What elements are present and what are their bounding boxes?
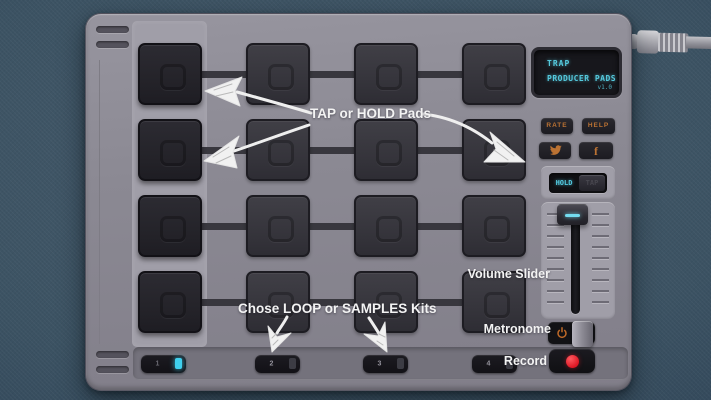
- pad-logo-icon: [376, 64, 402, 90]
- metronome-toggle[interactable]: [548, 322, 595, 344]
- kits-annotation: Chose LOOP or SAMPLES Kits: [238, 301, 437, 316]
- app-tutorial-screenshot: 1 2 3 4 TRAP PRODUCER PADS v1.0 RATE HEL…: [0, 0, 711, 400]
- drum-pad[interactable]: [138, 195, 202, 257]
- drum-pad[interactable]: [354, 195, 418, 257]
- hold-toggle-active-label: HOLD: [549, 173, 579, 193]
- pad-logo-icon: [160, 292, 186, 318]
- metronome-knob[interactable]: [572, 321, 593, 347]
- drum-pad[interactable]: [462, 43, 526, 105]
- audio-cable-plug: [626, 29, 711, 57]
- drum-pad[interactable]: [462, 119, 526, 181]
- record-icon: [566, 355, 579, 368]
- kit-button-2[interactable]: 2: [255, 355, 300, 373]
- plug-barrel: [637, 30, 660, 54]
- grille-bar: [96, 351, 129, 358]
- grille-bar: [96, 41, 129, 48]
- twitter-button[interactable]: [539, 142, 571, 159]
- drum-pad[interactable]: [246, 119, 310, 181]
- pad-logo-icon: [484, 216, 510, 242]
- record-button[interactable]: [549, 349, 595, 373]
- rate-button[interactable]: RATE: [541, 118, 573, 134]
- hold-toggle-panel: HOLD TAP: [541, 166, 615, 199]
- pad-logo-icon: [160, 216, 186, 242]
- lcd-version: v1.0: [598, 84, 612, 91]
- pad-logo-icon: [160, 140, 186, 166]
- pad-logo-icon: [484, 140, 510, 166]
- drum-pad[interactable]: [138, 119, 202, 181]
- pads-annotation: TAP or HOLD Pads: [310, 106, 431, 121]
- plug-ridges: [658, 33, 688, 53]
- kit-button-label: 2: [255, 361, 288, 368]
- lcd-title-line1: TRAP: [547, 59, 570, 68]
- grille-bar: [96, 26, 129, 33]
- drum-pad[interactable]: [138, 271, 202, 333]
- power-icon: [556, 327, 568, 339]
- pad-logo-icon: [376, 140, 402, 166]
- facebook-button[interactable]: f: [579, 142, 613, 159]
- slider-grip-icon: [565, 214, 580, 217]
- pad-logo-icon: [484, 64, 510, 90]
- drum-pad[interactable]: [138, 43, 202, 105]
- kit-button-label: 3: [363, 361, 396, 368]
- drum-pad[interactable]: [246, 43, 310, 105]
- cable-wire: [686, 36, 711, 49]
- grille-bar: [96, 366, 129, 373]
- kit-led-indicator: [175, 358, 182, 369]
- metronome-annotation: Metronome: [452, 322, 551, 336]
- hold-toggle-knob[interactable]: TAP: [579, 175, 605, 191]
- pad-logo-icon: [268, 140, 294, 166]
- twitter-icon: [549, 145, 562, 156]
- lcd-screen: TRAP PRODUCER PADS v1.0: [531, 47, 622, 98]
- pad-logo-icon: [268, 64, 294, 90]
- help-button[interactable]: HELP: [582, 118, 615, 134]
- kit-led-indicator: [397, 358, 404, 369]
- pad-logo-icon: [376, 216, 402, 242]
- drum-pad-grid: [138, 43, 526, 333]
- kit-led-indicator: [289, 358, 296, 369]
- record-annotation: Record: [460, 354, 547, 368]
- drum-pad[interactable]: [462, 195, 526, 257]
- pad-logo-icon: [160, 64, 186, 90]
- drum-pad[interactable]: [354, 119, 418, 181]
- kit-button-label: 1: [141, 361, 174, 368]
- pad-logo-icon: [268, 216, 294, 242]
- slider-tick-marks: [592, 213, 609, 308]
- hold-tap-toggle[interactable]: HOLD TAP: [549, 173, 607, 193]
- volume-slider-panel: [541, 202, 615, 319]
- lcd-title-line2: PRODUCER PADS: [547, 74, 616, 83]
- drum-pad[interactable]: [246, 195, 310, 257]
- volume-slider-handle[interactable]: [557, 204, 588, 225]
- facebook-icon: f: [594, 145, 598, 157]
- slider-tick-marks: [547, 213, 564, 308]
- kit-button-3[interactable]: 3: [363, 355, 408, 373]
- pad-logo-icon: [484, 292, 510, 318]
- drum-pad[interactable]: [354, 43, 418, 105]
- kit-button-1[interactable]: 1: [141, 355, 186, 373]
- volume-annotation: Volume Slider: [455, 267, 550, 281]
